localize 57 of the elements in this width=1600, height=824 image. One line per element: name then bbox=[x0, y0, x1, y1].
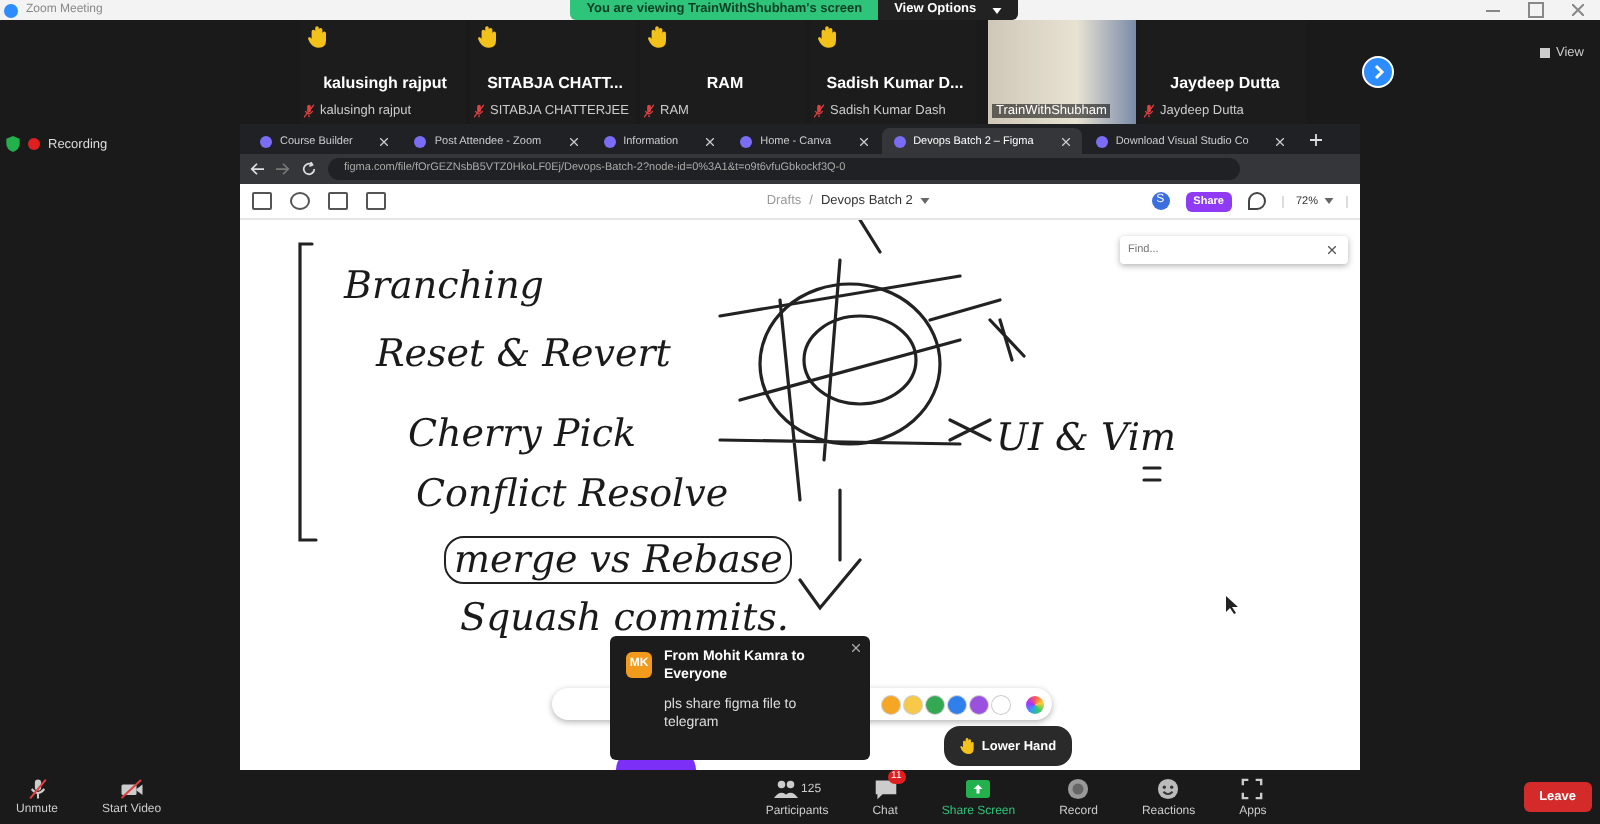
share-screen-icon bbox=[966, 778, 991, 800]
muted-mic-icon bbox=[1144, 104, 1154, 118]
people-icon bbox=[773, 778, 798, 800]
shield-icon bbox=[6, 136, 20, 152]
grid-icon bbox=[1540, 48, 1551, 58]
muted-mic-icon bbox=[474, 104, 484, 118]
recording-dot-icon bbox=[28, 138, 40, 150]
color-swatch[interactable] bbox=[948, 695, 966, 713]
color-swatch[interactable] bbox=[926, 695, 944, 713]
close-icon[interactable] bbox=[1328, 246, 1336, 254]
muted-mic-icon bbox=[25, 778, 49, 800]
caret-icon bbox=[920, 198, 931, 204]
caret-icon bbox=[1323, 198, 1334, 204]
minimize-icon[interactable] bbox=[1485, 9, 1500, 11]
reload-icon[interactable] bbox=[302, 162, 316, 176]
participant-name: Sadish Kumar D... bbox=[824, 74, 966, 92]
color-swatch[interactable] bbox=[904, 695, 922, 713]
favicon-icon bbox=[893, 135, 906, 147]
color-swatch[interactable] bbox=[970, 695, 988, 713]
new-tab-button[interactable] bbox=[1310, 134, 1323, 146]
favicon-icon bbox=[414, 135, 427, 147]
favicon-icon bbox=[1095, 135, 1108, 147]
favicon-icon bbox=[603, 135, 616, 147]
handwritten-text: merge vs Rebase bbox=[444, 536, 793, 584]
participant-name: RAM bbox=[704, 74, 746, 92]
record-icon bbox=[1066, 778, 1091, 800]
participant-name: Jaydeep Dutta bbox=[1168, 74, 1282, 92]
participant-name: SITABJA CHATT... bbox=[485, 74, 625, 92]
participant-name: kalusingh rajput bbox=[321, 74, 449, 92]
color-swatch[interactable] bbox=[882, 695, 900, 713]
muted-mic-icon bbox=[304, 104, 314, 118]
back-icon[interactable] bbox=[250, 162, 264, 176]
handwritten-text: Squash commits. bbox=[460, 596, 789, 640]
handwritten-text: Cherry Pick bbox=[408, 412, 636, 456]
forward-icon[interactable] bbox=[276, 162, 290, 176]
color-picker-icon[interactable] bbox=[1026, 695, 1044, 713]
hand-icon bbox=[959, 738, 974, 754]
caret-icon bbox=[992, 7, 1003, 13]
handwritten-text: Reset & Revert bbox=[376, 332, 671, 376]
muted-mic-icon bbox=[814, 104, 824, 118]
muted-mic-icon bbox=[644, 104, 654, 118]
handwritten-text: Branching bbox=[344, 264, 544, 308]
favicon-icon bbox=[740, 135, 753, 147]
apps-icon bbox=[1240, 778, 1265, 800]
smiley-icon bbox=[1156, 778, 1181, 800]
favicon-icon bbox=[260, 135, 272, 147]
color-swatch[interactable] bbox=[992, 695, 1010, 713]
chat-icon bbox=[873, 778, 898, 800]
handwritten-text: UI & Vim bbox=[996, 416, 1176, 460]
close-icon[interactable] bbox=[852, 644, 860, 652]
mouse-pointer-icon bbox=[1226, 596, 1238, 614]
comment-icon[interactable] bbox=[1247, 192, 1266, 210]
handwritten-text: Conflict Resolve bbox=[416, 472, 729, 516]
video-off-icon bbox=[119, 778, 144, 800]
maximize-icon[interactable] bbox=[1527, 2, 1544, 18]
next-page-button[interactable] bbox=[1362, 56, 1394, 88]
zoom-logo-icon bbox=[4, 3, 18, 17]
